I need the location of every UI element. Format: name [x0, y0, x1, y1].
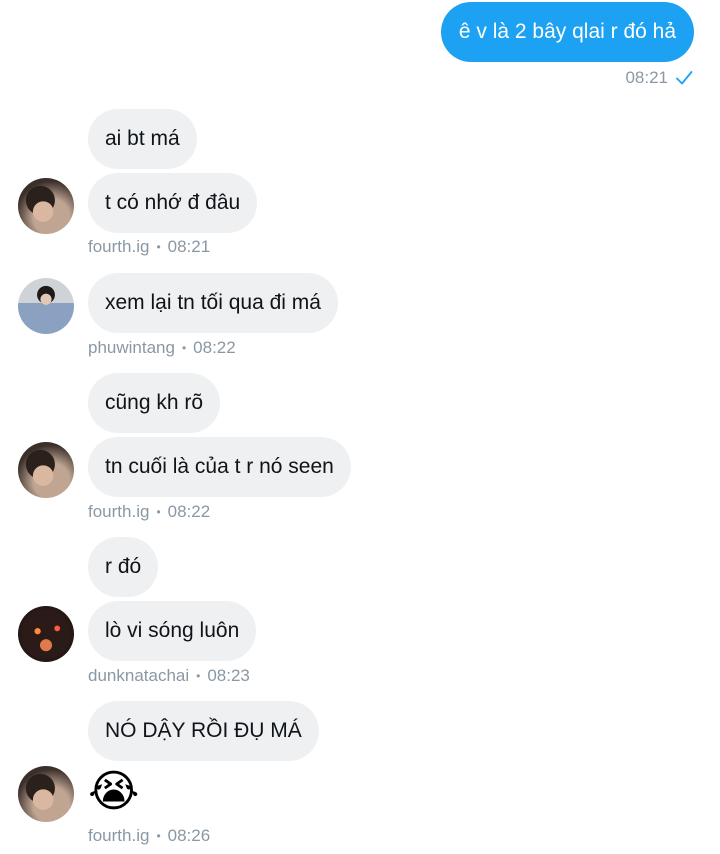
sender-name[interactable]: phuwintang — [88, 338, 175, 358]
avatar-fourth[interactable] — [18, 442, 74, 498]
message-text: xem lại tn tối qua đi má — [105, 291, 321, 314]
message-time: 08:21 — [625, 68, 668, 87]
message-meta: fourth.ig • 08:26 — [88, 826, 210, 846]
incoming-message-bubble[interactable]: xem lại tn tối qua đi má — [88, 273, 338, 333]
avatar-phuwintang[interactable] — [18, 278, 74, 334]
message-text: r đó — [105, 555, 142, 578]
conversation: ê v là 2 bây qlai r đó hả 08:21 ai bt má… — [0, 0, 720, 854]
message-text: ê v là 2 bây qlai r đó hả — [458, 20, 676, 43]
message-text: t có nhớ đ đâu — [105, 191, 241, 214]
message-text: ai bt má — [105, 127, 180, 150]
avatar-dunknatachai[interactable] — [18, 606, 74, 662]
crying-emoji-message[interactable]: 😭 — [88, 765, 142, 819]
sender-name[interactable]: fourth.ig — [88, 502, 149, 522]
sender-name[interactable]: fourth.ig — [88, 237, 149, 257]
incoming-message-bubble[interactable]: lò vi sóng luôn — [88, 601, 257, 661]
avatar-fourth[interactable] — [18, 766, 74, 822]
incoming-message-bubble[interactable]: r đó — [88, 537, 159, 597]
incoming-message-bubble[interactable]: NÓ DẬY RỒI ĐỤ MÁ — [88, 701, 319, 761]
loudly-crying-face-icon: 😭 — [88, 767, 140, 816]
message-time: 08:26 — [167, 826, 211, 845]
separator-dot: • — [156, 829, 161, 843]
message-time: 08:22 — [167, 502, 211, 521]
message-text: lò vi sóng luôn — [105, 619, 240, 642]
sender-name[interactable]: dunknatachai — [88, 666, 189, 686]
separator-dot: • — [156, 240, 161, 254]
separator-dot: • — [181, 341, 187, 355]
incoming-message-bubble[interactable]: cũng kh rõ — [88, 373, 221, 433]
separator-dot: • — [156, 505, 161, 519]
message-text: NÓ DẬY RỒI ĐỤ MÁ — [105, 719, 302, 742]
message-meta: phuwintang • 08:22 — [88, 338, 236, 358]
incoming-message-bubble[interactable]: ai bt má — [88, 109, 197, 169]
message-meta: dunknatachai • 08:23 — [88, 666, 250, 686]
outgoing-message-bubble[interactable]: ê v là 2 bây qlai r đó hả — [440, 2, 694, 62]
check-icon — [674, 68, 694, 88]
message-meta: fourth.ig • 08:21 — [88, 237, 210, 257]
message-time: 08:23 — [207, 666, 250, 685]
incoming-message-bubble[interactable]: t có nhớ đ đâu — [88, 173, 258, 233]
message-text: cũng kh rõ — [105, 391, 204, 414]
message-meta: fourth.ig • 08:22 — [88, 502, 210, 522]
incoming-message-bubble[interactable]: tn cuối là của t r nó seen — [88, 437, 351, 497]
sender-name[interactable]: fourth.ig — [88, 826, 149, 846]
outgoing-message-meta: 08:21 — [625, 68, 694, 88]
message-text: tn cuối là của t r nó seen — [105, 455, 334, 478]
message-time: 08:21 — [167, 237, 211, 256]
avatar-fourth[interactable] — [18, 178, 74, 234]
separator-dot: • — [196, 669, 201, 683]
message-time: 08:22 — [193, 338, 236, 357]
